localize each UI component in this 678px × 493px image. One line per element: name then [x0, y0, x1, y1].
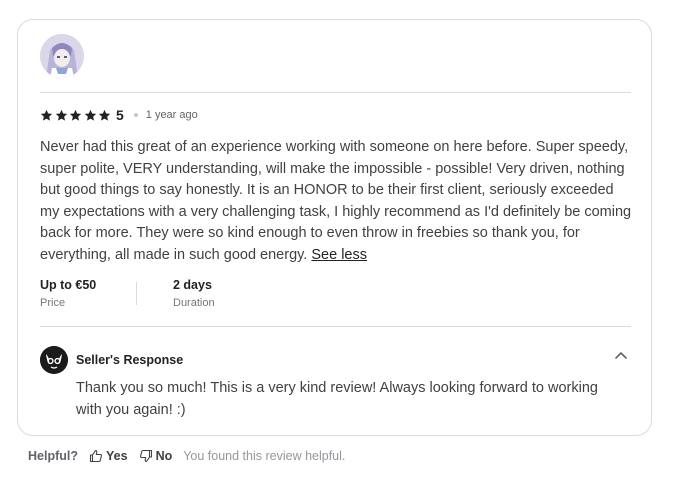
star-rating: [40, 109, 113, 122]
helpful-status: You found this review helpful.: [183, 449, 346, 463]
chevron-up-icon[interactable]: [614, 350, 628, 360]
reviewer-avatar[interactable]: [40, 34, 84, 78]
divider-bottom: [40, 326, 631, 327]
review-time: 1 year ago: [145, 109, 198, 121]
helpful-row: Helpful? Yes No You found this review he…: [28, 448, 345, 464]
star-icon: [99, 109, 111, 121]
duration-label: Duration: [173, 297, 215, 309]
star-icon: [70, 109, 82, 121]
rating-value: 5: [115, 107, 124, 123]
see-less-link[interactable]: See less: [311, 247, 367, 263]
seller-response-title: Seller's Response: [76, 353, 184, 367]
separator-dot: [133, 113, 138, 117]
helpful-no-button[interactable]: No: [139, 449, 173, 463]
star-icon: [55, 109, 67, 121]
meta-separator: [136, 282, 137, 305]
review-text: Never had this great of an experience wo…: [40, 137, 636, 267]
helpful-yes-label: Yes: [106, 449, 128, 463]
thumbs-down-icon: [139, 449, 152, 463]
price-value: Up to €50: [40, 278, 97, 292]
seller-logo: [40, 346, 68, 374]
star-icon: [84, 109, 96, 121]
price-block: Up to €50 Price: [40, 278, 96, 309]
price-label: Price: [40, 297, 66, 309]
seller-logo-icon: [40, 346, 68, 374]
rating-row: 5 1 year ago: [40, 107, 198, 123]
helpful-yes-button[interactable]: Yes: [89, 449, 128, 463]
duration-value: 2 days: [173, 278, 212, 292]
review-body: Never had this great of an experience wo…: [40, 139, 632, 263]
seller-response-text: Thank you so much! This is a very kind r…: [76, 380, 598, 418]
avatar-image: [40, 34, 84, 78]
thumbs-up-icon: [89, 449, 103, 463]
star-icon: [40, 109, 53, 121]
review-card: 5 1 year ago Never had this great of an …: [17, 19, 652, 436]
divider-top: [40, 92, 631, 93]
duration-block: 2 days Duration: [173, 278, 215, 309]
helpful-label: Helpful?: [28, 449, 78, 463]
helpful-no-label: No: [155, 449, 173, 463]
